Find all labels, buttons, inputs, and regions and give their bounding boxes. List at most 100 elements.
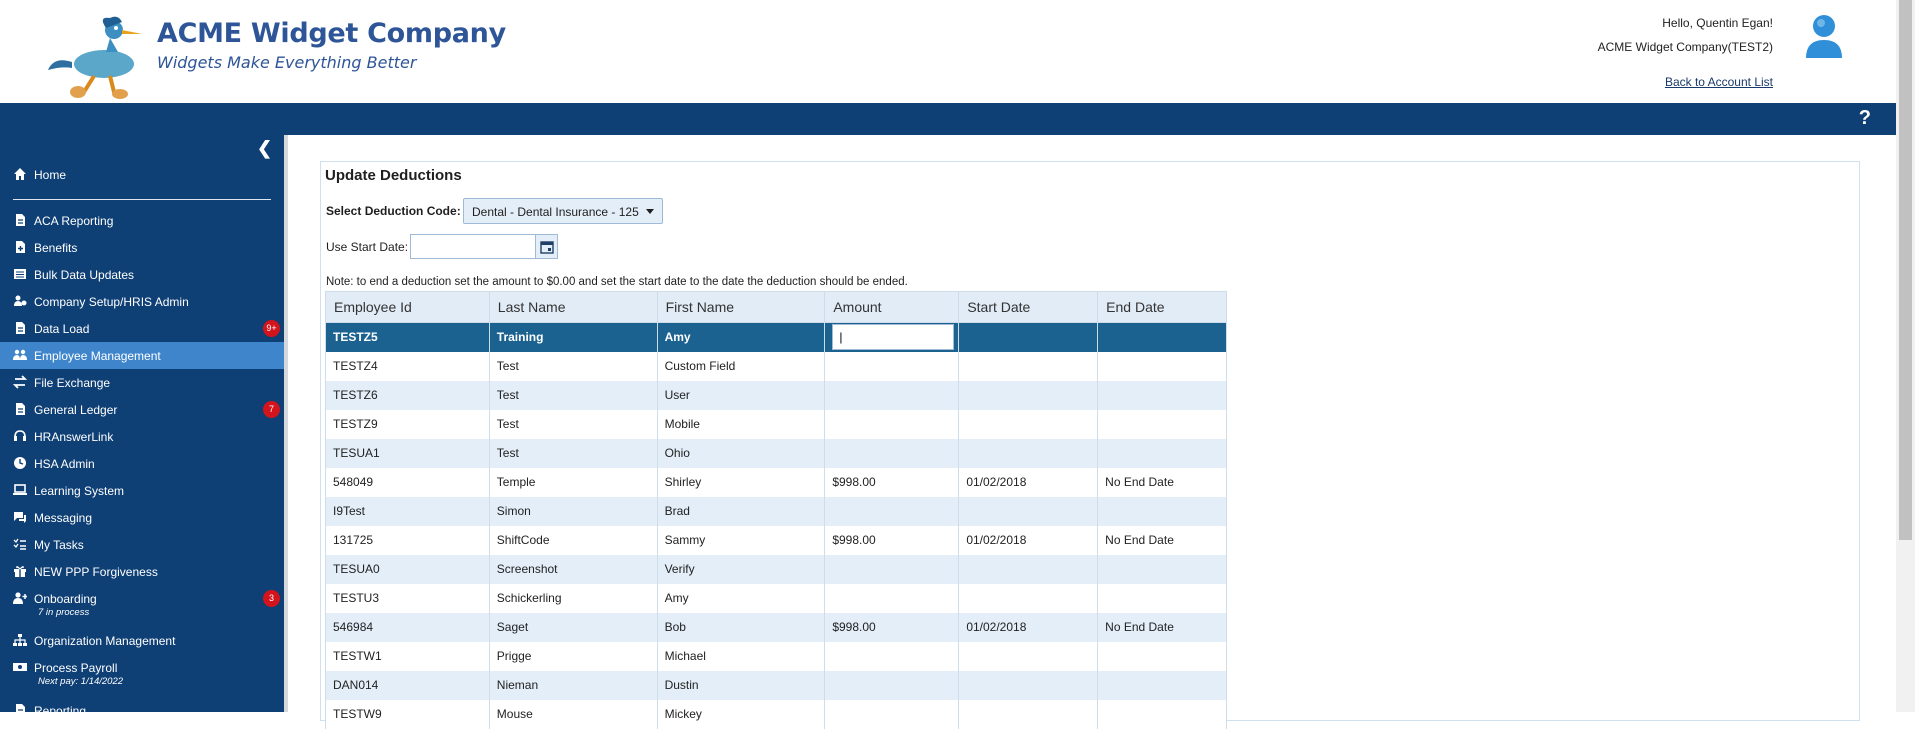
column-header[interactable]: Last Name (488, 291, 658, 323)
column-header[interactable]: First Name (656, 291, 826, 323)
table-cell (824, 699, 960, 729)
sidebar-item-employee-management[interactable]: Employee Management (0, 342, 284, 369)
sidebar-item-process-payroll[interactable]: Process Payroll Next pay: 1/14/2022 (0, 654, 284, 694)
table-cell: 01/02/2018 (958, 525, 1099, 555)
table-row[interactable]: TESTW9 Mouse Mickey (325, 699, 1227, 729)
deduction-code-select[interactable]: Dental - Dental Insurance - 125 (463, 198, 663, 224)
sidebar-item-organization-management[interactable]: Organization Management (0, 627, 284, 654)
help-icon[interactable]: ? (1859, 107, 1871, 130)
table-cell: Sammy (656, 525, 826, 555)
content-divider (284, 135, 288, 712)
table-cell (958, 322, 1099, 352)
scrollbar-thumb[interactable] (1899, 0, 1912, 540)
calendar-button[interactable] (535, 234, 558, 259)
table-cell: 131725 (325, 525, 490, 555)
table-cell: ShiftCode (488, 525, 658, 555)
sidebar-item-new-ppp-forgiveness[interactable]: NEW PPP Forgiveness (0, 558, 284, 585)
exchange-icon (13, 375, 27, 389)
tasks-icon (13, 538, 26, 550)
table-cell: Nieman (488, 670, 658, 700)
table-row[interactable]: TESUA1 Test Ohio (325, 438, 1227, 468)
table-cell: TESTW1 (325, 641, 490, 671)
table-row[interactable]: TESTZ6 Test User (325, 380, 1227, 410)
document-icon (16, 322, 25, 334)
sidebar-item-learning-system[interactable]: Learning System (0, 477, 284, 504)
users-gear-icon (14, 295, 27, 306)
home-icon (14, 168, 26, 180)
sidebar-item-benefits[interactable]: Benefits (0, 234, 284, 261)
column-header[interactable]: Amount (824, 291, 960, 323)
table-cell: User (656, 380, 826, 410)
sidebar-item-label: Home (34, 168, 67, 182)
column-header[interactable]: Employee Id (325, 291, 490, 323)
table-row[interactable]: TESTU3 Schickerling Amy (325, 583, 1227, 613)
clock-icon (14, 457, 26, 469)
users-icon (13, 349, 27, 360)
sidebar-item-general-ledger[interactable]: General Ledger 7 (0, 396, 284, 423)
brand-tagline: Widgets Make Everything Better (157, 53, 417, 72)
back-to-account-list-link[interactable]: Back to Account List (1665, 75, 1773, 89)
sidebar-item-aca-reporting[interactable]: ACA Reporting (0, 207, 284, 234)
sidebar-item-hsa-admin[interactable]: HSA Admin (0, 450, 284, 477)
sidebar-item-my-tasks[interactable]: My Tasks (0, 531, 284, 558)
table-cell: Shirley (656, 467, 826, 497)
top-nav-bar: ? (0, 103, 1896, 135)
sidebar: ❮ Home ACA Reporting Benefits Bulk Data Upd… (0, 135, 284, 712)
column-header[interactable]: Start Date (958, 291, 1099, 323)
sidebar-item-onboarding[interactable]: Onboarding 3 7 in process (0, 585, 284, 625)
table-row-selected[interactable]: TESTZ5 Training Amy (325, 322, 1227, 352)
table-row[interactable]: 546984 Saget Bob $998.00 01/02/2018 No End Da… (325, 612, 1227, 642)
table-cell: 546984 (325, 612, 490, 642)
table-cell: Test (488, 409, 658, 439)
table-cell (1097, 351, 1227, 381)
table-cell: Test (488, 380, 658, 410)
table-row[interactable]: I9Test Simon Brad (325, 496, 1227, 526)
money-icon (13, 663, 27, 671)
table-cell: Mickey (656, 699, 826, 729)
sidebar-item-company-setup-hris-admin[interactable]: Company Setup/HRIS Admin (0, 288, 284, 315)
table-cell (958, 409, 1099, 439)
table-row[interactable]: TESUA0 Screenshot Verify (325, 554, 1227, 584)
sidebar-item-bulk-data-updates[interactable]: Bulk Data Updates (0, 261, 284, 288)
page-scrollbar[interactable] (1896, 0, 1915, 712)
table-cell: 01/02/2018 (958, 612, 1099, 642)
user-avatar-icon[interactable] (1802, 12, 1846, 60)
sidebar-item-label: Onboarding (34, 592, 97, 606)
table-row[interactable]: 548049 Temple Shirley $998.00 01/02/2018 No E… (325, 467, 1227, 497)
table-cell (958, 670, 1099, 700)
sidebar-item-home[interactable]: Home (0, 161, 284, 188)
table-cell (1097, 496, 1227, 526)
table-cell: Bob (656, 612, 826, 642)
table-row[interactable]: TESTZ9 Test Mobile (325, 409, 1227, 439)
table-cell (958, 699, 1099, 729)
table-row[interactable]: 131725 ShiftCode Sammy $998.00 01/02/2018 No … (325, 525, 1227, 555)
table-row[interactable]: TESTW1 Prigge Michael (325, 641, 1227, 671)
amount-input[interactable] (832, 324, 955, 351)
sidebar-item-label: File Exchange (34, 376, 111, 390)
table-cell: Training (488, 322, 658, 352)
sidebar-item-hranswerlink[interactable]: HRAnswerLink (0, 423, 284, 450)
document-icon (16, 704, 25, 712)
sidebar-item-messaging[interactable]: Messaging (0, 504, 284, 531)
table-cell: Prigge (488, 641, 658, 671)
roadrunner-logo (48, 16, 142, 99)
table-cell: 01/02/2018 (958, 467, 1099, 497)
sidebar-item-file-exchange[interactable]: File Exchange (0, 369, 284, 396)
sidebar-item-reporting[interactable]: Reporting (0, 697, 284, 712)
table-cell (824, 496, 960, 526)
table-row[interactable]: TESTZ4 Test Custom Field (325, 351, 1227, 381)
deduction-code-label: Select Deduction Code: (326, 204, 461, 218)
sidebar-item-label: Data Load (34, 322, 90, 336)
table-cell: Screenshot (488, 554, 658, 584)
notification-badge: 3 (263, 590, 280, 607)
table-cell: TESUA0 (325, 554, 490, 584)
table-cell (1097, 699, 1227, 729)
column-header[interactable]: End Date (1097, 291, 1227, 323)
table-cell (824, 409, 960, 439)
table-cell (958, 583, 1099, 613)
start-date-input[interactable] (410, 234, 536, 259)
table-row[interactable]: DAN014 Nieman Dustin (325, 670, 1227, 700)
table-cell: Test (488, 351, 658, 381)
sidebar-item-data-load[interactable]: Data Load 9+ (0, 315, 284, 342)
collapse-sidebar-chevron-icon[interactable]: ❮ (257, 138, 272, 159)
